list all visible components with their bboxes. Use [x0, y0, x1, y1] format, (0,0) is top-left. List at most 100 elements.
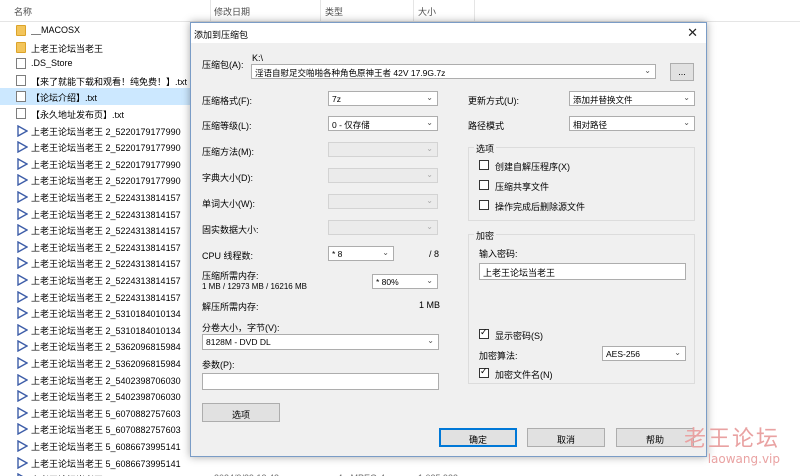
video-icon — [16, 207, 29, 220]
delete-label[interactable]: 操作完成后删除源文件 — [495, 200, 585, 213]
video-icon — [16, 223, 29, 237]
file-name: 【论坛介绍】.txt — [31, 93, 98, 104]
enc-method-label: 加密算法: — [479, 351, 518, 361]
chevron-down-icon: ⌄ — [426, 196, 433, 205]
chevron-down-icon: ⌄ — [426, 222, 433, 231]
file-name: 上老王论坛当老王 2_5224313814157 — [31, 259, 181, 270]
document-icon — [16, 91, 26, 103]
archive-label: 压缩包(A): — [202, 60, 244, 70]
column-size[interactable]: 大小 — [418, 5, 436, 18]
close-icon[interactable]: ✕ — [687, 25, 698, 41]
enc-method-select[interactable]: AES-256 ⌄ — [602, 346, 686, 361]
file-row[interactable]: 上老王论坛当老王 5_60983134982473...2024/9/29 13… — [0, 470, 800, 476]
column-date[interactable]: 修改日期 — [214, 5, 250, 18]
video-icon — [16, 290, 29, 303]
dict-label: 字典大小(D): — [202, 173, 253, 183]
folder-icon — [16, 41, 26, 53]
update-value: 添加并替换文件 — [573, 95, 633, 105]
delete-checkbox[interactable] — [479, 200, 489, 210]
column-type[interactable]: 类型 — [325, 5, 343, 18]
chevron-down-icon: ⌄ — [426, 118, 433, 127]
split-label: 分卷大小，字节(V): — [202, 323, 280, 333]
video-icon — [16, 273, 29, 287]
file-name: 上老王论坛当老王 5_6070882757603 — [31, 425, 181, 436]
show-password-label[interactable]: 显示密码(S) — [495, 329, 543, 342]
file-name: 上老王论坛当老王 2_5224313814157 — [31, 209, 181, 220]
file-name: 上老王论坛当老王 2_5224313814157 — [31, 193, 181, 203]
document-icon — [16, 58, 26, 70]
chevron-down-icon: ⌄ — [426, 170, 433, 179]
file-name: 上老王论坛当老王 5_6086673995141 — [31, 458, 181, 469]
cancel-button[interactable]: 取消 — [527, 428, 605, 447]
level-value: 0 - 仅存储 — [332, 120, 370, 130]
file-name: 上老王论坛当老王 2_5362096815984 — [31, 342, 181, 353]
video-icon — [16, 423, 29, 436]
update-select[interactable]: 添加并替换文件 ⌄ — [569, 91, 695, 106]
options-button[interactable]: 选项 — [202, 403, 280, 422]
archive-path-prefix: K:\ — [252, 53, 264, 63]
video-icon — [16, 157, 29, 170]
column-name[interactable]: 名称 — [14, 5, 32, 18]
sfx-checkbox[interactable] — [479, 160, 489, 170]
file-name: 上老王论坛当老王 2_5310184010134 — [31, 325, 181, 336]
file-name: 上老王论坛当老王 2_5310184010134 — [31, 309, 181, 320]
video-icon — [16, 356, 29, 370]
video-icon — [16, 240, 29, 253]
format-label: 压缩格式(F): — [202, 96, 252, 106]
mem-percent-value: * 80% — [376, 277, 399, 287]
level-select[interactable]: 0 - 仅存储 ⌄ — [328, 116, 438, 131]
browse-button[interactable]: ... — [670, 63, 694, 81]
threads-select[interactable]: * 8 ⌄ — [328, 246, 394, 261]
shared-checkbox[interactable] — [479, 180, 489, 190]
sfx-label[interactable]: 创建自解压程序(X) — [495, 160, 570, 173]
file-name: 上老王论坛当老王 2_5224313814157 — [31, 242, 181, 253]
chevron-down-icon: ⌄ — [382, 248, 389, 257]
path-label: 路径模式 — [468, 121, 505, 131]
help-button[interactable]: 帮助 — [616, 428, 694, 447]
split-select[interactable]: 8128M - DVD DL ⌄ — [202, 334, 439, 350]
dialog-titlebar[interactable]: 添加到压缩包 ✕ — [191, 23, 706, 43]
mem-percent-select[interactable]: * 80% ⌄ — [372, 274, 438, 289]
encryption-group: 加密 输入密码: 上老王论坛当老王 显示密码(S) 加密算法: AES-256 … — [468, 229, 695, 384]
encrypt-names-checkbox[interactable] — [479, 366, 489, 378]
encrypt-names-label[interactable]: 加密文件名(N) — [495, 368, 553, 381]
chevron-down-icon: ⌄ — [427, 336, 434, 345]
threads-label: CPU 线程数: — [202, 251, 254, 261]
file-name: 上老王论坛当老王 5_6070882757603 — [31, 408, 181, 419]
path-select[interactable]: 相对路径 ⌄ — [569, 116, 695, 131]
file-name: 上老王论坛当老王 2_5224313814157 — [31, 292, 181, 303]
archive-name-combo[interactable]: 淫语自慰足交啪啪各种角色原神王者 42V 17.9G.7z ⌄ — [251, 64, 656, 79]
mem-decomp-value: 1 MB — [419, 300, 441, 310]
format-value: 7z — [332, 94, 341, 104]
file-name: 上老王论坛当老王 2_5362096815984 — [31, 359, 181, 369]
password-input[interactable]: 上老王论坛当老王 — [479, 263, 686, 280]
solid-label: 固实数据大小: — [202, 225, 259, 235]
shared-label[interactable]: 压缩共享文件 — [495, 180, 549, 193]
file-name: 上老王论坛当老王 2_5220179177990 — [31, 176, 181, 187]
file-name: 上老王论坛当老王 2_5402398706030 — [31, 392, 181, 403]
method-select: ⌄ — [328, 142, 438, 157]
file-name: 上老王论坛当老王 2_5220179177990 — [31, 159, 181, 170]
word-label: 单词大小(W): — [202, 199, 255, 209]
file-name: 上老王论坛当老王 — [31, 43, 104, 54]
options-group-label: 选项 — [474, 142, 497, 155]
update-label: 更新方式(U): — [468, 96, 519, 106]
ok-button[interactable]: 确定 — [439, 428, 517, 447]
video-icon — [16, 389, 29, 403]
params-input[interactable] — [202, 373, 439, 390]
enc-method-value: AES-256 — [606, 349, 641, 359]
show-password-checkbox[interactable] — [479, 327, 489, 339]
format-select[interactable]: 7z ⌄ — [328, 91, 438, 106]
file-name: 上老王论坛当老王 2_5224313814157 — [31, 226, 181, 237]
file-row[interactable]: 【论坛介绍】.txt — [0, 88, 190, 106]
video-icon — [16, 174, 29, 187]
watermark-logo: 老王论坛 — [683, 427, 780, 452]
chevron-down-icon: ⌄ — [426, 276, 433, 285]
mem-comp-label: 压缩所需内存: — [202, 271, 259, 281]
video-icon — [16, 406, 29, 419]
dialog-title: 添加到压缩包 — [194, 30, 249, 40]
file-name: 【来了就能下载和观看！纯免费！】.txt — [31, 76, 188, 87]
file-name: 上老王论坛当老王 2_5224313814157 — [31, 276, 181, 286]
document-icon — [16, 74, 26, 86]
encryption-group-label: 加密 — [474, 229, 497, 242]
